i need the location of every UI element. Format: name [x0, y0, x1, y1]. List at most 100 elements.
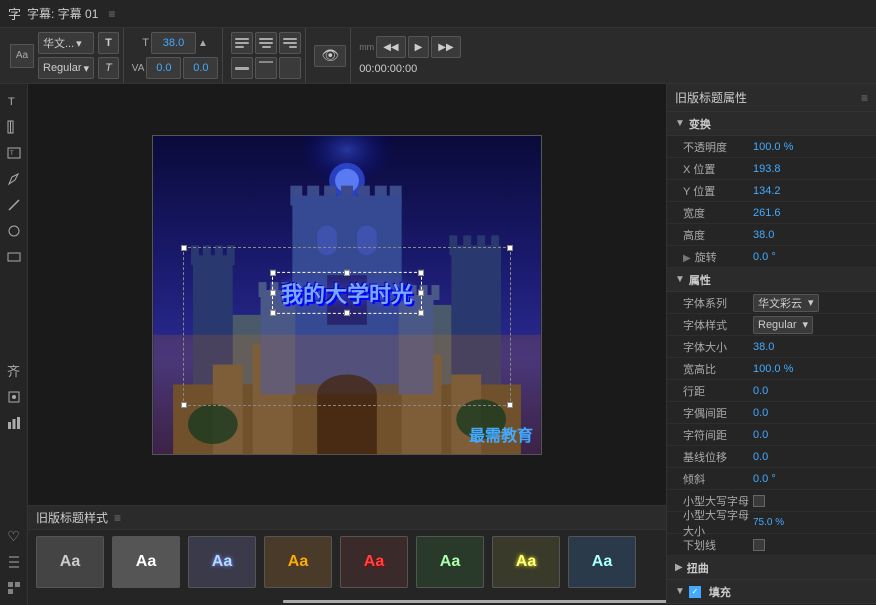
valign-bot-button[interactable]	[279, 57, 301, 79]
prop-y-pos: Y 位置 134.2	[667, 180, 876, 202]
preview-frame: 我的大学时光 最需教育	[152, 135, 542, 455]
tool-line[interactable]	[3, 194, 25, 216]
tool-heart[interactable]: ♡	[3, 525, 25, 547]
watermark: 最需教育	[469, 422, 533, 446]
svg-text:T: T	[8, 96, 15, 108]
transform-section-header[interactable]: ▼ 变换	[667, 112, 876, 136]
styles-panel-menu[interactable]: ≡	[114, 511, 121, 525]
style-label-1: Aa	[136, 553, 156, 571]
left-toolbar: T T 齐 ♡	[0, 84, 28, 605]
tool-rect[interactable]	[3, 246, 25, 268]
tool-distribute[interactable]	[3, 551, 25, 573]
va-input[interactable]	[146, 57, 181, 79]
font-style-dropdown[interactable]: Regular ▾	[38, 57, 94, 79]
fill-title: 填充	[709, 584, 731, 600]
style-label-6: Aa	[516, 553, 536, 571]
next-frame-button[interactable]: ▶▶	[431, 36, 460, 58]
styles-panel-title: 旧版标题样式	[36, 509, 108, 526]
style-label-0: Aa	[60, 553, 80, 571]
prop-font-size: 字体大小 38.0	[667, 336, 876, 358]
prop-rotation: ▶旋转 0.0 °	[667, 246, 876, 268]
tool-text[interactable]: T	[3, 90, 25, 112]
underline-checkbox[interactable]	[753, 539, 765, 551]
style-item-0[interactable]: Aa	[36, 536, 104, 588]
right-panel-menu[interactable]: ≡	[861, 91, 868, 105]
bold-button[interactable]: T	[98, 32, 119, 54]
fill-checkbox[interactable]	[689, 586, 701, 598]
tool-transform[interactable]	[3, 386, 25, 408]
style-item-2[interactable]: Aa	[188, 536, 256, 588]
prop-slant: 倾斜 0.0 °	[667, 468, 876, 490]
bottom-panel: 旧版标题样式 ≡ Aa Aa Aa Aa Aa	[28, 505, 666, 605]
inner-handle-tl[interactable]	[181, 245, 187, 251]
distort-section-header[interactable]: ▶ 扭曲	[667, 556, 876, 580]
tool-area-text[interactable]: T	[3, 142, 25, 164]
styles-row: Aa Aa Aa Aa Aa Aa Aa	[28, 530, 666, 594]
style-item-3[interactable]: Aa	[264, 536, 332, 588]
italic-button[interactable]: T	[98, 57, 119, 79]
align-center-button[interactable]	[255, 32, 277, 54]
tool-pen[interactable]	[3, 168, 25, 190]
prop-height: 高度 38.0	[667, 224, 876, 246]
styles-panel-header: 旧版标题样式 ≡	[28, 506, 666, 530]
tool-ellipse[interactable]	[3, 220, 25, 242]
distort-arrow: ▶	[675, 562, 683, 573]
properties-arrow: ▼	[675, 274, 685, 285]
top-bar: 字 字幕: 字幕 01 ≡	[0, 0, 876, 28]
fill-arrow: ▼	[675, 586, 685, 597]
prop-x-pos: X 位置 193.8	[667, 158, 876, 180]
font-size-input[interactable]	[151, 32, 196, 54]
properties-title: 属性	[689, 272, 711, 288]
prop-underline: 下划线	[667, 534, 876, 556]
transform-props: 不透明度 100.0 % X 位置 193.8 Y 位置 134.2 宽度 26…	[667, 136, 876, 268]
transform-title: 变换	[689, 116, 711, 132]
align-left-button[interactable]	[231, 32, 253, 54]
tool-chart[interactable]	[3, 412, 25, 434]
fill-section-header[interactable]: ▼ 填充	[667, 580, 876, 604]
prev-frame-button[interactable]: ◀◀	[376, 36, 405, 58]
style-item-1[interactable]: Aa	[112, 536, 180, 588]
tool-vertical-text[interactable]	[3, 116, 25, 138]
right-panel: 旧版标题属性 ≡ ▼ 变换 不透明度 100.0 % X 位置 193.8 Y …	[666, 84, 876, 605]
prop-kerning: 字偶间距 0.0	[667, 402, 876, 424]
style-item-5[interactable]: Aa	[416, 536, 484, 588]
toolbar: Aa 华文... ▾ Regular ▾ T T T ▲	[0, 28, 876, 84]
main-content: T T 齐 ♡	[0, 84, 876, 605]
svg-text:T: T	[10, 151, 14, 157]
prop-small-caps-size: 小型大写字母大小 75.0 %	[667, 512, 876, 534]
prop-baseline: 基线位移 0.0	[667, 446, 876, 468]
render-button[interactable]: 👁	[314, 45, 346, 67]
prop-font-style: 字体样式 Regular ▾	[667, 314, 876, 336]
subtitle-icon: 字	[8, 4, 21, 23]
prop-font-family: 字体系列 华文彩云 ▾	[667, 292, 876, 314]
style-label-4: Aa	[364, 553, 384, 571]
tool-layout[interactable]	[3, 577, 25, 599]
size-section: T ▲ VA	[128, 28, 224, 83]
font-preview-box[interactable]: Aa	[10, 44, 34, 68]
properties-section-header[interactable]: ▼ 属性	[667, 268, 876, 292]
style-label-3: Aa	[288, 553, 308, 571]
top-bar-menu[interactable]: ≡	[108, 7, 115, 21]
time-section: mm ◀◀ ▶ ▶▶ 00:00:00:00	[355, 28, 464, 83]
tool-align[interactable]: 齐	[3, 360, 25, 382]
prop-aspect: 宽高比 100.0 %	[667, 358, 876, 380]
play-button[interactable]: ▶	[408, 36, 430, 58]
align-right-button[interactable]	[279, 32, 301, 54]
inner-handle-br[interactable]	[507, 402, 513, 408]
font-style-prop-dropdown[interactable]: Regular ▾	[753, 316, 813, 334]
properties-props: 字体系列 华文彩云 ▾ 字体样式 Regular ▾ 字体大小 38.0 宽高比…	[667, 292, 876, 556]
right-panel-header: 旧版标题属性 ≡	[667, 84, 876, 112]
top-bar-title: 字幕: 字幕 01	[27, 5, 98, 22]
small-caps-checkbox[interactable]	[753, 495, 765, 507]
font-family-prop-dropdown[interactable]: 华文彩云 ▾	[753, 294, 819, 312]
inner-handle-tr[interactable]	[507, 245, 513, 251]
valign-top-button[interactable]	[231, 57, 253, 79]
valign-mid-button[interactable]	[255, 57, 277, 79]
inner-handle-bl[interactable]	[181, 402, 187, 408]
style-item-6[interactable]: Aa	[492, 536, 560, 588]
extra-input[interactable]	[183, 57, 218, 79]
style-item-4[interactable]: Aa	[340, 536, 408, 588]
style-item-7[interactable]: Aa	[568, 536, 636, 588]
font-family-dropdown[interactable]: 华文... ▾	[38, 32, 94, 54]
center-area: 我的大学时光 最需教育	[28, 84, 666, 605]
